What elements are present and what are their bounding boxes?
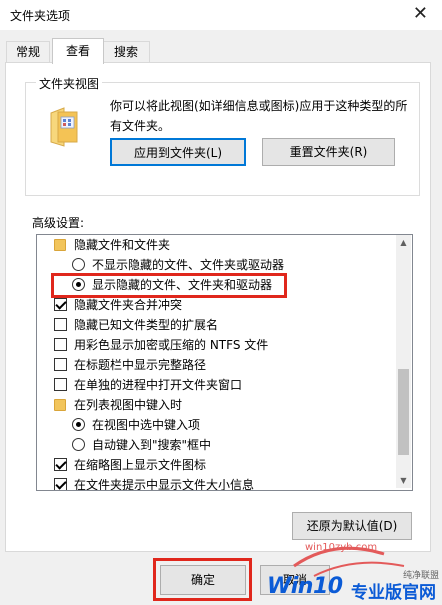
- list-item-label: 在列表视图中键入时: [74, 398, 183, 412]
- scroll-down-icon[interactable]: ▼: [396, 473, 411, 488]
- title-bar: 文件夹选项 ✕: [0, 0, 442, 30]
- list-item-label: 隐藏文件和文件夹: [74, 238, 171, 252]
- checkbox-checked-icon[interactable]: [54, 458, 67, 471]
- radio-selected-icon[interactable]: [72, 418, 85, 431]
- window-title: 文件夹选项: [10, 9, 71, 23]
- highlight-annotation: [51, 273, 287, 298]
- list-item-label: 自动键入到"搜索"框中: [92, 438, 212, 452]
- apply-to-folders-button[interactable]: 应用到文件夹(L): [110, 138, 246, 166]
- folder-icon: [54, 239, 66, 251]
- reset-folders-button[interactable]: 重置文件夹(R): [262, 138, 395, 166]
- list-scrollbar[interactable]: ▲ ▼: [396, 235, 411, 488]
- list-item-label: 用彩色显示加密或压缩的 NTFS 文件: [74, 338, 269, 352]
- close-icon[interactable]: ✕: [413, 3, 428, 24]
- folder-icon: [54, 399, 66, 411]
- ok-highlight-annotation: [153, 558, 252, 601]
- watermark-brand: Win10: [267, 574, 343, 599]
- watermark-url: win10zyb.com: [305, 542, 378, 553]
- list-item-label: 在视图中选中键入项: [92, 418, 201, 432]
- folder-views-label: 文件夹视图: [36, 75, 103, 92]
- folder-views-description: 你可以将此视图(如详细信息或图标)应用于这种类型的所有文件夹。: [110, 99, 408, 133]
- list-item-label: 在文件夹提示中显示文件大小信息: [74, 478, 255, 491]
- tab-view[interactable]: 查看: [52, 38, 104, 64]
- list-item-label: 隐藏文件夹合并冲突: [74, 298, 183, 312]
- checkbox-icon[interactable]: [54, 358, 67, 371]
- radio-icon[interactable]: [72, 258, 85, 271]
- checkbox-icon[interactable]: [54, 378, 67, 391]
- checkbox-icon[interactable]: [54, 318, 67, 331]
- radio-icon[interactable]: [72, 438, 85, 451]
- restore-defaults-button[interactable]: 还原为默认值(D): [292, 512, 412, 540]
- checkbox-checked-icon[interactable]: [54, 298, 67, 311]
- advanced-settings-label: 高级设置:: [32, 216, 85, 230]
- list-item-label: 隐藏已知文件类型的扩展名: [74, 318, 219, 332]
- tab-general[interactable]: 常规: [6, 41, 50, 63]
- watermark-slogan: 专业版官网: [351, 583, 436, 603]
- list-item-label: 不显示隐藏的文件、文件夹或驱动器: [92, 258, 285, 272]
- scroll-up-icon[interactable]: ▲: [396, 235, 411, 250]
- folder-view-icon: [50, 107, 78, 147]
- checkbox-checked-icon[interactable]: [54, 478, 67, 490]
- list-item-label: 在单独的进程中打开文件夹窗口: [74, 378, 243, 392]
- list-item-label: 在标题栏中显示完整路径: [74, 358, 207, 372]
- list-item-label: 在缩略图上显示文件图标: [74, 458, 207, 472]
- tab-search[interactable]: 搜索: [102, 41, 150, 63]
- checkbox-icon[interactable]: [54, 338, 67, 351]
- scroll-thumb[interactable]: [398, 369, 409, 455]
